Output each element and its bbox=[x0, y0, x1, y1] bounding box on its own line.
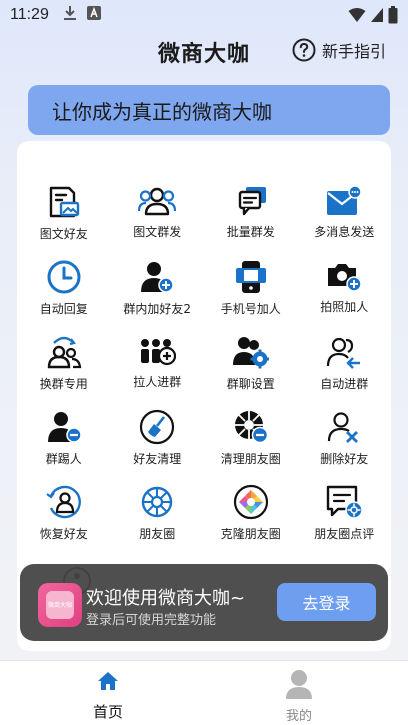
pull-people-icon bbox=[138, 335, 177, 367]
nav-mine-label: 我的 bbox=[285, 709, 312, 724]
feature-label: 群聊设置 bbox=[226, 377, 275, 391]
feature-pull-into-group[interactable]: 拉人进群 bbox=[111, 335, 205, 389]
login-button[interactable]: 去登录 bbox=[277, 583, 376, 621]
battery-icon bbox=[388, 6, 398, 28]
toast-title: 欢迎使用微商大咖~ bbox=[86, 588, 246, 609]
envelope-icon bbox=[325, 185, 363, 217]
login-prompt-toast: 微商大咖 欢迎使用微商大咖~ 登录后可使用完整功能 去登录 bbox=[20, 564, 388, 641]
image-text-icon bbox=[45, 185, 83, 219]
nav-home[interactable]: 首页 bbox=[58, 671, 158, 722]
feature-label: 朋友圈 bbox=[139, 527, 176, 541]
feature-label: 清理朋友圈 bbox=[220, 452, 281, 466]
feature-image-text-group-send[interactable]: 图文群发 bbox=[111, 185, 205, 239]
status-bar: 11:29 bbox=[0, 0, 408, 30]
download-icon bbox=[63, 5, 77, 25]
feature-label: 批量群发 bbox=[226, 225, 275, 239]
feature-moments[interactable]: 朋友圈 bbox=[111, 485, 205, 541]
logo-mark: 微商大咖 bbox=[46, 591, 74, 619]
moments-comment-icon bbox=[325, 485, 363, 519]
feature-label: 群踢人 bbox=[45, 452, 82, 466]
clock-icon bbox=[45, 260, 83, 294]
feature-group-add-friends[interactable]: 群内加好友2 bbox=[111, 260, 205, 316]
feature-label: 克隆朋友圈 bbox=[220, 527, 281, 541]
feature-kick-member[interactable]: 群踢人 bbox=[17, 410, 111, 466]
delete-friend-icon bbox=[325, 410, 363, 444]
feature-label: 换群专用 bbox=[39, 377, 88, 391]
feature-label: 多消息发送 bbox=[314, 225, 375, 239]
clean-moments-icon bbox=[232, 410, 270, 444]
app-header: 微商大咖 新手指引 bbox=[0, 30, 408, 74]
a-badge-icon bbox=[86, 6, 101, 24]
feature-delete-friend[interactable]: 删除好友 bbox=[298, 410, 392, 466]
feature-image-text-friends[interactable]: 图文好友 bbox=[17, 185, 111, 241]
moments-icon bbox=[138, 485, 176, 519]
clone-moments-icon bbox=[232, 484, 270, 520]
feature-label: 图文好友 bbox=[39, 227, 88, 241]
feature-phone-add[interactable]: 手机号加人 bbox=[204, 260, 298, 316]
broom-icon bbox=[138, 409, 176, 445]
signal-icon bbox=[370, 7, 384, 27]
group-settings-icon bbox=[232, 335, 270, 369]
add-user-icon bbox=[138, 260, 176, 294]
feature-clean-moments[interactable]: 清理朋友圈 bbox=[204, 410, 298, 466]
guide-label: 新手指引 bbox=[321, 42, 386, 61]
feature-group-chat-settings[interactable]: 群聊设置 bbox=[204, 335, 298, 391]
feature-label: 图文群发 bbox=[133, 225, 182, 239]
logo-text: 微商大咖 bbox=[47, 601, 72, 609]
feature-friend-cleanup[interactable]: 好友清理 bbox=[111, 409, 205, 466]
nav-home-label: 首页 bbox=[92, 703, 123, 721]
group-people-icon bbox=[138, 185, 177, 217]
bottom-nav: 首页 我的 bbox=[0, 660, 408, 725]
feature-photo-add[interactable]: 拍照加人 bbox=[298, 260, 392, 314]
feature-auto-join-group[interactable]: 自动进群 bbox=[298, 335, 392, 391]
feature-batch-group-send[interactable]: 批量群发 bbox=[204, 185, 298, 239]
feature-label: 群内加好友2 bbox=[123, 302, 192, 316]
banner-text: 让你成为真正的微商大咖 bbox=[52, 99, 272, 124]
feature-auto-reply[interactable]: 自动回复 bbox=[17, 260, 111, 316]
feature-label: 删除好友 bbox=[320, 452, 369, 466]
slogan-banner: 让你成为真正的微商大咖 bbox=[28, 85, 390, 135]
toast-subtitle: 登录后可使用完整功能 bbox=[86, 613, 217, 628]
feature-multi-message-send[interactable]: 多消息发送 bbox=[298, 185, 392, 239]
auto-join-icon bbox=[325, 335, 363, 369]
help-circle-icon bbox=[292, 38, 316, 62]
switch-group-icon bbox=[45, 335, 83, 369]
feature-label: 恢复好友 bbox=[39, 527, 88, 541]
status-time: 11:29 bbox=[10, 6, 49, 23]
feature-switch-group[interactable]: 换群专用 bbox=[17, 335, 111, 391]
feature-label: 拍照加人 bbox=[320, 300, 369, 314]
phone-icon bbox=[232, 260, 270, 294]
feature-clone-moments[interactable]: 克隆朋友圈 bbox=[204, 484, 298, 541]
kick-member-icon bbox=[45, 410, 83, 444]
feature-label: 手机号加人 bbox=[220, 302, 281, 316]
home-icon bbox=[97, 671, 119, 695]
feature-label: 好友清理 bbox=[133, 452, 182, 466]
user-avatar-icon bbox=[285, 669, 313, 703]
restore-friend-icon bbox=[45, 485, 83, 519]
feature-restore-friend[interactable]: 恢复好友 bbox=[17, 485, 111, 541]
feature-label: 自动回复 bbox=[39, 302, 88, 316]
feature-label: 朋友圈点评 bbox=[314, 527, 375, 541]
guide-button[interactable]: 新手指引 bbox=[292, 38, 386, 62]
feature-grid: 图文好友 图文群发 批量群发 多消息发送 自动回复 群内加好友2 手机号加人 拍… bbox=[17, 185, 392, 541]
camera-add-icon bbox=[325, 260, 363, 292]
nav-mine[interactable]: 我的 bbox=[249, 669, 349, 724]
batch-messages-icon bbox=[232, 185, 270, 217]
feature-moments-comment[interactable]: 朋友圈点评 bbox=[298, 485, 392, 541]
feature-label: 拉人进群 bbox=[133, 375, 182, 389]
wifi-icon bbox=[348, 7, 366, 27]
feature-label: 自动进群 bbox=[320, 377, 369, 391]
app-logo: 微商大咖 bbox=[38, 583, 82, 627]
